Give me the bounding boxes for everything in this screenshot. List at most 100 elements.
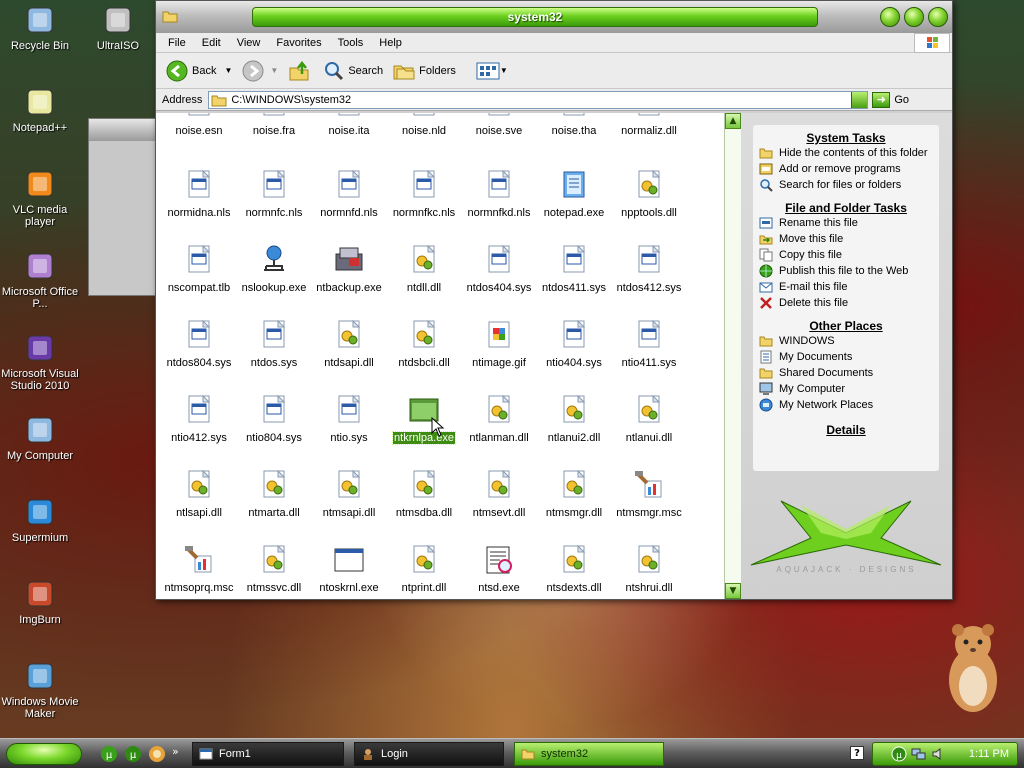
folders-button[interactable]: Folders [393, 61, 456, 81]
file-item[interactable]: ntmarta.dll [233, 469, 315, 519]
address-dropdown-button[interactable] [851, 91, 868, 108]
task-link[interactable]: Add or remove programs [753, 161, 939, 177]
file-item[interactable]: ntlsapi.dll [158, 469, 240, 519]
file-item[interactable]: normnfc.nls [233, 169, 315, 219]
file-item[interactable]: ntsd.exe [458, 544, 540, 594]
file-item[interactable]: ntkrnlpa.exe [383, 394, 465, 445]
start-button[interactable] [6, 743, 82, 765]
close-button[interactable] [928, 7, 948, 27]
file-item[interactable]: npptools.dll [608, 169, 690, 219]
background-window[interactable] [88, 118, 158, 296]
file-item[interactable]: ntdsbcli.dll [383, 319, 465, 369]
other-places-header[interactable]: Other Places [753, 311, 939, 333]
title-bar[interactable]: system32 [156, 1, 952, 33]
maximize-button[interactable] [904, 7, 924, 27]
file-item[interactable]: ntlanman.dll [458, 394, 540, 444]
file-item[interactable]: noise.tha [533, 113, 615, 137]
utorrent-icon[interactable]: µ [100, 745, 118, 763]
file-item[interactable]: ntmsmgr.dll [533, 469, 615, 519]
file-item[interactable]: normnfkc.nls [383, 169, 465, 219]
desktop-icon[interactable]: My Computer [0, 414, 80, 462]
file-item[interactable]: noise.nld [383, 113, 465, 137]
file-item[interactable]: normaliz.dll [608, 113, 690, 137]
vertical-scrollbar[interactable]: ▲ ▼ [724, 113, 741, 599]
file-item[interactable]: ntdll.dll [383, 244, 465, 294]
file-item[interactable]: ntmsmgr.msc [608, 469, 690, 519]
help-icon[interactable]: ? [850, 746, 864, 760]
desktop-icon[interactable]: UltraISO [78, 4, 158, 52]
file-item[interactable]: ntio404.sys [533, 319, 615, 369]
go-button[interactable]: ➜ Go [872, 91, 909, 108]
file-item[interactable]: notepad.exe [533, 169, 615, 219]
clock[interactable]: 1:11 PM [969, 748, 1009, 760]
task-link[interactable]: Shared Documents [753, 365, 939, 381]
file-item[interactable]: ntmsdba.dll [383, 469, 465, 519]
file-item[interactable]: noise.esn [158, 113, 240, 137]
desktop-icon[interactable]: VLC media player [0, 168, 80, 228]
utorrent-tray-icon[interactable]: µ [891, 746, 907, 762]
file-item[interactable]: ntshrui.dll [608, 544, 690, 594]
menu-help[interactable]: Help [371, 37, 410, 49]
file-item[interactable]: ntdos412.sys [608, 244, 690, 294]
task-link[interactable]: Copy this file [753, 247, 939, 263]
task-login[interactable]: Login [354, 742, 504, 766]
views-button[interactable]: ▼ [476, 61, 508, 81]
file-item[interactable]: ntmsapi.dll [308, 469, 390, 519]
file-item[interactable]: ntdos.sys [233, 319, 315, 369]
file-item[interactable]: ntprint.dll [383, 544, 465, 594]
file-item[interactable]: ntbackup.exe [308, 244, 390, 294]
task-link[interactable]: My Documents [753, 349, 939, 365]
task-link[interactable]: Delete this file [753, 295, 939, 311]
file-item[interactable]: ntimage.gif [458, 319, 540, 369]
file-item[interactable]: ntio412.sys [158, 394, 240, 444]
forward-button[interactable]: ▼ [242, 60, 278, 82]
address-input[interactable]: C:\WINDOWS\system32 [208, 90, 869, 109]
file-item[interactable]: ntdos804.sys [158, 319, 240, 369]
task-link[interactable]: My Network Places [753, 397, 939, 413]
browser-icon[interactable] [148, 745, 166, 763]
desktop-icon[interactable]: Notepad++ [0, 86, 80, 134]
scroll-thumb[interactable] [725, 129, 741, 583]
desktop-icon[interactable]: Supermium [0, 496, 80, 544]
hamster-widget[interactable] [942, 618, 1004, 716]
file-item[interactable]: ntoskrnl.exe [308, 544, 390, 594]
up-folder-button[interactable] [288, 60, 310, 82]
file-item[interactable]: nslookup.exe [233, 244, 315, 294]
file-item[interactable]: noise.fra [233, 113, 315, 137]
explorer-window[interactable]: system32 File Edit View Favorites Tools … [155, 0, 953, 600]
task-link[interactable]: Publish this file to the Web [753, 263, 939, 279]
menu-edit[interactable]: Edit [194, 37, 229, 49]
minimize-button[interactable] [880, 7, 900, 27]
file-item[interactable]: normidna.nls [158, 169, 240, 219]
file-item[interactable]: ntdos411.sys [533, 244, 615, 294]
file-item[interactable]: ntmssvc.dll [233, 544, 315, 594]
file-item[interactable]: ntio411.sys [608, 319, 690, 369]
file-item[interactable]: noise.ita [308, 113, 390, 137]
file-item[interactable]: normnfkd.nls [458, 169, 540, 219]
file-item[interactable]: ntdos404.sys [458, 244, 540, 294]
file-list[interactable]: noise.esn noise.fra noise.ita noise.nld nois… [156, 113, 741, 599]
file-item[interactable]: normnfd.nls [308, 169, 390, 219]
file-item[interactable]: ntdsapi.dll [308, 319, 390, 369]
volume-tray-icon[interactable] [931, 746, 947, 762]
task-link[interactable]: WINDOWS [753, 333, 939, 349]
file-item[interactable]: nscompat.tlb [158, 244, 240, 294]
scroll-up-button[interactable]: ▲ [725, 113, 741, 129]
task-link[interactable]: E-mail this file [753, 279, 939, 295]
menu-tools[interactable]: Tools [330, 37, 372, 49]
file-item[interactable]: ntsdexts.dll [533, 544, 615, 594]
file-item[interactable]: ntlanui2.dll [533, 394, 615, 444]
back-button[interactable]: Back ▼ [166, 60, 232, 82]
search-button[interactable]: Search [324, 61, 383, 81]
desktop-icon[interactable]: Recycle Bin [0, 4, 80, 52]
file-item[interactable]: ntio.sys [308, 394, 390, 444]
menu-file[interactable]: File [160, 37, 194, 49]
scroll-down-button[interactable]: ▼ [725, 583, 741, 599]
file-item[interactable]: ntmsevt.dll [458, 469, 540, 519]
desktop-icon[interactable]: Microsoft Visual Studio 2010 [0, 332, 80, 392]
file-item[interactable]: ntmsoprq.msc [158, 544, 240, 594]
desktop-icon[interactable]: Microsoft Office P... [0, 250, 80, 310]
menu-view[interactable]: View [229, 37, 269, 49]
network-tray-icon[interactable] [911, 746, 927, 762]
details-header[interactable]: Details [753, 413, 939, 437]
